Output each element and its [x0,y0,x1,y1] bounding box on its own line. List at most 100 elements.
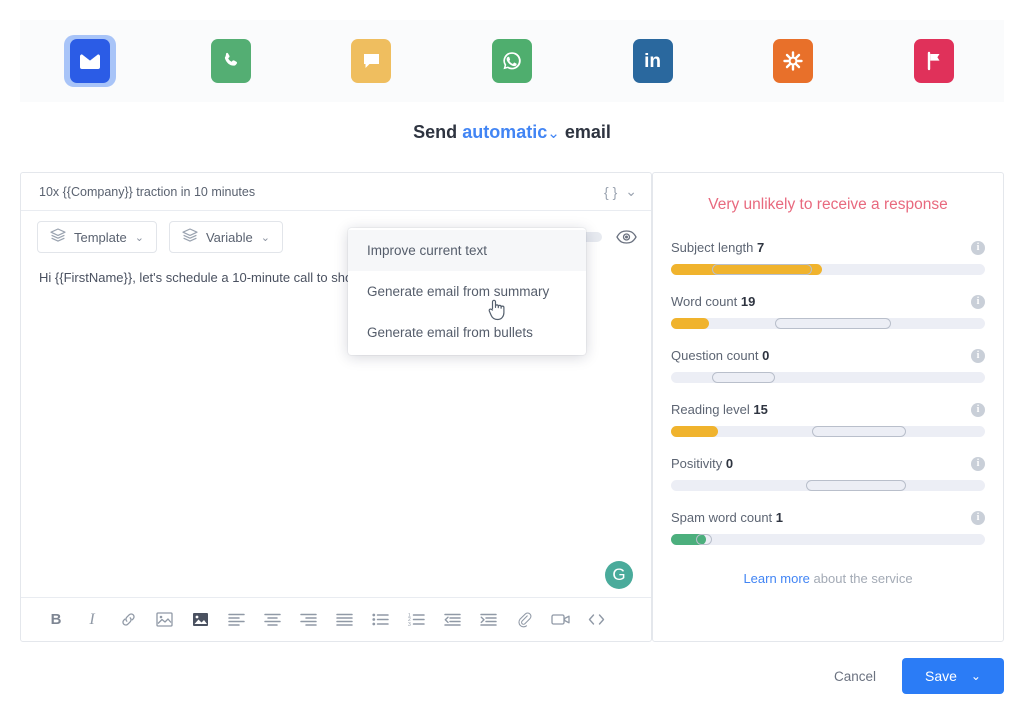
info-icon[interactable]: i [971,348,985,363]
bold-button[interactable]: B [39,605,73,635]
variable-button[interactable]: Variable ⌄ [168,221,283,253]
dialog-footer: Cancel Save ⌄ [830,658,1004,694]
subject-chevron-down-icon[interactable]: ⌄ [625,183,637,200]
video-button[interactable] [543,605,577,635]
align-left-button[interactable] [219,605,253,635]
image-button[interactable] [147,605,181,635]
metric-ideal-range [696,534,712,545]
info-icon[interactable]: i [971,294,985,309]
metric-spam-word-count: Spam word count 1 i [671,510,985,545]
grammarly-glyph: G [612,565,626,584]
ai-writer-menu: Improve current text Generate email from… [348,228,586,355]
metric-track [671,318,985,329]
metric-track [671,480,985,491]
channel-option-linkedin[interactable]: in [582,35,723,87]
channel-option-whatsapp[interactable] [442,35,583,87]
chevron-down-icon: ⌄ [260,231,270,244]
chevron-down-icon[interactable]: ⌄ [971,669,981,683]
bullet-list-button[interactable] [363,605,397,635]
layers-icon [50,228,66,246]
menu-item-generate-email-from-bullets[interactable]: Generate email from bullets [348,312,586,353]
variable-button-label: Variable [205,229,253,245]
channel-option-call[interactable] [161,35,302,87]
learn-more-link[interactable]: Learn more [743,571,809,586]
subject-input[interactable]: 10x {{Company}} traction in 10 minutes [39,185,596,199]
channel-option-automation[interactable] [723,35,864,87]
italic-button[interactable]: I [75,605,109,635]
image-filled-button[interactable] [183,605,217,635]
send-mode-dropdown[interactable]: automatic [462,122,547,142]
template-button-label: Template [74,229,127,245]
metric-subject-length: Subject length 7 i [671,240,985,275]
metric-track [671,426,985,437]
metric-ideal-range [806,480,907,491]
metric-value: 0 [725,456,734,471]
metric-label: Spam word count [671,510,773,525]
template-button[interactable]: Template ⌄ [37,221,157,253]
whatsapp-icon [492,39,533,83]
metric-value: 19 [740,294,756,309]
metric-positivity: Positivity 0 i [671,456,985,491]
metric-track [671,534,985,545]
email-sequence-step-editor: in Send automatic⌄ email 1 0x {{Company}}… [0,0,1024,720]
metric-ideal-range [774,318,891,329]
metric-ideal-range [711,372,775,383]
metric-fill [671,318,709,329]
numbered-list-button[interactable]: 123 [399,605,433,635]
metric-question-count: Question count 0 i [671,348,985,383]
metric-track [671,372,985,383]
metric-track [671,264,985,275]
metric-ideal-range [812,426,907,437]
metric-value: 1 [775,510,784,525]
save-button[interactable]: Save ⌄ [902,658,1004,694]
menu-item-improve-current-text[interactable]: Improve current text [348,230,586,271]
linkedin-icon-label: in [644,50,662,72]
chevron-down-icon[interactable]: ⌄ [547,125,560,142]
metric-value: 15 [753,402,768,417]
learn-more-line: Learn more about the service [671,571,985,586]
source-code-button[interactable] [579,605,613,635]
envelope-icon [70,39,111,83]
info-icon[interactable]: i [971,402,985,417]
page-title: Send automatic⌄ email [0,122,1024,143]
metric-label: Question count [671,348,759,363]
linkedin-icon: in [632,39,673,83]
indent-button[interactable] [471,605,505,635]
formatting-toolbar: B I 1 2 3 [21,597,651,641]
metric-label: Positivity [671,456,723,471]
metric-label: Word count [671,294,738,309]
chevron-down-icon: ⌄ [134,231,144,244]
info-icon[interactable]: i [971,240,985,255]
page-title-prefix: Send [413,122,458,142]
info-icon[interactable]: i [971,510,985,525]
chat-bubble-icon [351,39,392,83]
metric-label: Reading level [671,402,750,417]
channel-option-manual-task[interactable] [863,35,1004,87]
grammarly-icon[interactable]: G [605,561,633,589]
flag-icon [913,39,954,83]
subject-row: 10x {{Company}} traction in 10 minutes {… [21,173,651,211]
outdent-button[interactable] [435,605,469,635]
align-justify-button[interactable] [327,605,361,635]
attachment-button[interactable] [507,605,541,635]
preview-eye-icon[interactable] [616,230,637,244]
cancel-button[interactable]: Cancel [830,663,880,690]
metric-label: Subject length [671,240,754,255]
menu-item-generate-email-from-summary[interactable]: Generate email from summary [348,271,586,312]
channel-option-sms[interactable] [301,35,442,87]
metric-value: 0 [762,348,770,363]
metric-reading-level: Reading level 15 i [671,402,985,437]
channel-type-selector: in [20,20,1004,102]
metric-fill [671,426,719,437]
metric-value: 7 [757,240,765,255]
learn-more-rest: about the service [813,571,913,586]
metric-word-count: Word count 19 i [671,294,985,329]
channel-selected-halo [64,35,117,87]
link-button[interactable] [111,605,145,635]
info-icon[interactable]: i [971,456,985,471]
align-right-button[interactable] [291,605,325,635]
response-likelihood-verdict: Very unlikely to receive a response [708,196,948,213]
channel-option-email[interactable] [20,35,161,87]
align-center-button[interactable] [255,605,289,635]
subject-variable-icon[interactable]: { } [604,184,617,200]
